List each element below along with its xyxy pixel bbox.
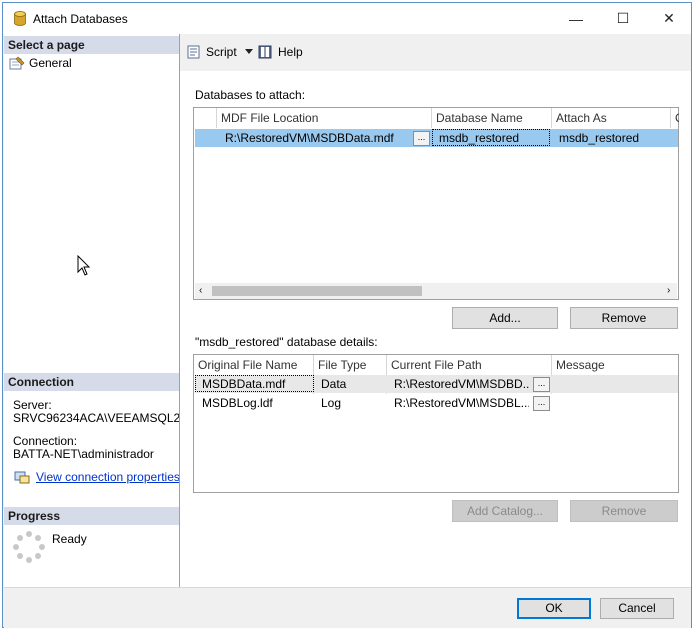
view-connection-properties-link[interactable]: View connection properties bbox=[36, 470, 180, 484]
connection-properties-icon bbox=[14, 471, 30, 484]
file-path-cell[interactable]: R:\RestoredVM\MSDBD... bbox=[394, 375, 529, 393]
page-item-general[interactable]: General bbox=[7, 55, 177, 71]
db-name-cell[interactable]: msdb_restored bbox=[439, 129, 549, 147]
browse-mdf-button[interactable]: ... bbox=[413, 131, 430, 146]
attach-as-cell[interactable]: msdb_restored bbox=[559, 129, 669, 147]
col-header-owner[interactable]: O bbox=[675, 109, 679, 127]
close-button[interactable]: ✕ bbox=[646, 3, 692, 34]
select-page-header: Select a page bbox=[4, 36, 179, 54]
file-type-cell[interactable]: Data bbox=[321, 375, 386, 393]
col-header-current-path[interactable]: Current File Path bbox=[391, 356, 482, 374]
col-divider bbox=[216, 108, 217, 128]
scrollbar-thumb[interactable] bbox=[212, 286, 422, 296]
cursor-arrow-icon bbox=[77, 255, 91, 276]
progress-status: Ready bbox=[52, 532, 87, 546]
col-header-attach-as[interactable]: Attach As bbox=[556, 109, 607, 127]
database-details-label: "msdb_restored" database details: bbox=[195, 335, 378, 349]
col-header-original-name[interactable]: Original File Name bbox=[198, 356, 297, 374]
scroll-right-icon[interactable]: › bbox=[667, 286, 670, 296]
script-button[interactable]: Script bbox=[186, 43, 258, 61]
minimize-button[interactable]: — bbox=[553, 3, 599, 34]
browse-path-button[interactable]: ... bbox=[533, 377, 550, 392]
attach-databases-window: Attach Databases — ☐ ✕ Select a page Gen… bbox=[2, 2, 692, 628]
help-button[interactable]: Help bbox=[257, 43, 307, 61]
file-name-cell[interactable]: MSDBLog.ldf bbox=[202, 394, 312, 412]
connection-label: Connection: bbox=[13, 434, 78, 448]
dropdown-arrow-icon[interactable] bbox=[245, 49, 253, 54]
attach-row[interactable]: R:\RestoredVM\MSDBData.mdf ... msdb_rest… bbox=[195, 129, 678, 147]
horizontal-scrollbar[interactable]: ‹ › bbox=[195, 283, 677, 299]
remove-details-button[interactable]: Remove bbox=[570, 500, 678, 522]
progress-spinner-icon bbox=[13, 531, 45, 563]
file-type-cell[interactable]: Log bbox=[321, 394, 386, 412]
maximize-button[interactable]: ☐ bbox=[600, 3, 646, 34]
col-header-db-name[interactable]: Database Name bbox=[436, 109, 523, 127]
details-row[interactable]: MSDBData.mdf Data R:\RestoredVM\MSDBD...… bbox=[195, 375, 678, 393]
left-pane bbox=[4, 34, 179, 587]
file-path-cell[interactable]: R:\RestoredVM\MSDBL... bbox=[394, 394, 529, 412]
col-header-message[interactable]: Message bbox=[556, 356, 605, 374]
add-catalog-button[interactable]: Add Catalog... bbox=[452, 500, 558, 522]
script-label: Script bbox=[206, 45, 237, 59]
script-icon bbox=[187, 45, 200, 59]
col-divider bbox=[431, 108, 432, 128]
browse-path-button[interactable]: ... bbox=[533, 396, 550, 411]
server-value: SRVC96234ACA\VEEAMSQL200 bbox=[13, 411, 179, 425]
help-label: Help bbox=[278, 45, 303, 59]
mdf-location-cell[interactable]: R:\RestoredVM\MSDBData.mdf bbox=[225, 129, 410, 147]
ok-button[interactable]: OK bbox=[517, 598, 591, 619]
page-item-general-label: General bbox=[29, 56, 72, 70]
server-label: Server: bbox=[13, 398, 52, 412]
connection-header: Connection bbox=[4, 373, 179, 391]
file-name-cell[interactable]: MSDBData.mdf bbox=[202, 375, 312, 393]
databases-to-attach-label: Databases to attach: bbox=[195, 88, 306, 102]
col-header-mdf[interactable]: MDF File Location bbox=[221, 109, 318, 127]
remove-button[interactable]: Remove bbox=[570, 307, 678, 329]
title-bar: Attach Databases — ☐ ✕ bbox=[3, 3, 691, 34]
wrench-page-icon bbox=[9, 56, 25, 70]
details-grid: Original File Name File Type Current Fil… bbox=[193, 354, 679, 493]
attach-grid: MDF File Location Database Name Attach A… bbox=[193, 107, 679, 300]
database-icon bbox=[14, 11, 26, 26]
details-row[interactable]: MSDBLog.ldf Log R:\RestoredVM\MSDBL... .… bbox=[195, 394, 678, 412]
cancel-button[interactable]: Cancel bbox=[600, 598, 674, 619]
add-button[interactable]: Add... bbox=[452, 307, 558, 329]
col-header-file-type[interactable]: File Type bbox=[318, 356, 366, 374]
progress-header: Progress bbox=[4, 507, 179, 525]
col-divider bbox=[551, 108, 552, 128]
connection-value: BATTA-NET\administrador bbox=[13, 447, 154, 461]
help-book-icon bbox=[258, 45, 272, 59]
col-divider bbox=[670, 108, 671, 128]
window-title: Attach Databases bbox=[33, 12, 128, 26]
scroll-left-icon[interactable]: ‹ bbox=[199, 286, 202, 296]
